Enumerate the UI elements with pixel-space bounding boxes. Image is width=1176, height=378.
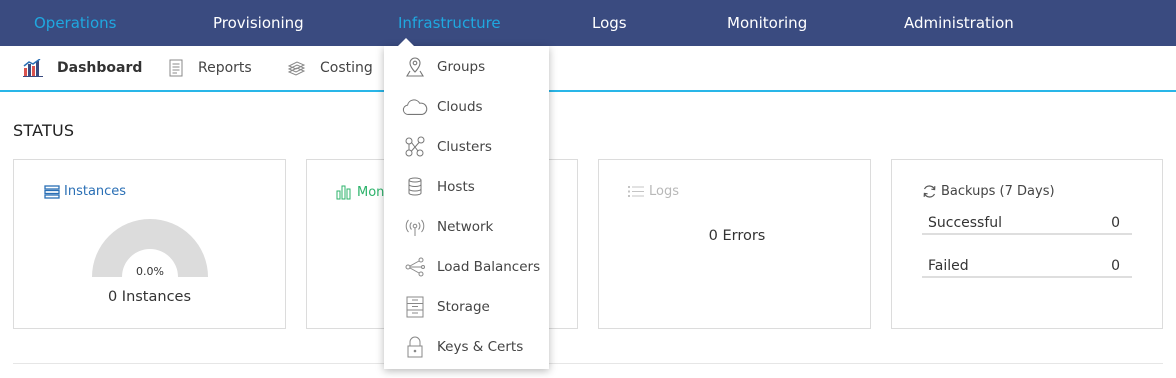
- nav-monitoring[interactable]: Monitoring: [727, 0, 807, 46]
- backups-title[interactable]: Backups (7 Days): [922, 184, 1055, 199]
- dropdown-item-hosts[interactable]: Hosts: [384, 167, 549, 207]
- reports-icon: [169, 59, 183, 77]
- infrastructure-dropdown: Groups Clouds Clusters Hosts Network Loa…: [384, 46, 549, 369]
- dropdown-item-storage[interactable]: Storage: [384, 287, 549, 327]
- dropdown-label-clusters: Clusters: [437, 139, 492, 155]
- backup-row-successful: Successful 0: [922, 213, 1132, 235]
- subnav-reports-label: Reports: [198, 60, 252, 76]
- dropdown-label-keys-certs: Keys & Certs: [437, 339, 524, 355]
- backup-row-failed: Failed 0: [922, 256, 1132, 278]
- instances-title[interactable]: Instances: [44, 184, 126, 199]
- nav-logs[interactable]: Logs: [592, 0, 627, 46]
- wifi-antenna-icon: [402, 215, 428, 239]
- backups-title-label: Backups (7 Days): [941, 184, 1055, 199]
- status-title: STATUS: [13, 121, 75, 140]
- dropdown-item-clouds[interactable]: Clouds: [384, 87, 549, 127]
- cabinet-icon: [402, 295, 428, 319]
- subnav-dashboard-label: Dashboard: [57, 60, 143, 76]
- bar-chart-icon: [336, 185, 351, 200]
- stack-icon: [44, 184, 60, 199]
- backup-successful-value: 0: [1111, 215, 1120, 231]
- refresh-icon: [923, 185, 936, 198]
- instances-gauge-label: 0.0%: [136, 265, 164, 278]
- dropdown-item-keys-certs[interactable]: Keys & Certs: [384, 327, 549, 367]
- dropdown-label-groups: Groups: [437, 59, 486, 75]
- cluster-icon: [402, 135, 428, 159]
- nav-provisioning[interactable]: Provisioning: [213, 0, 304, 46]
- subnav-costing[interactable]: Costing: [287, 46, 373, 90]
- logs-title[interactable]: Logs: [628, 184, 679, 199]
- backup-failed-label: Failed: [928, 258, 969, 274]
- lock-icon: [402, 335, 428, 359]
- dashboard-icon: [23, 59, 43, 77]
- map-pin-icon: [402, 55, 428, 79]
- list-icon: [628, 186, 644, 197]
- subnav-reports[interactable]: Reports: [169, 46, 252, 90]
- nav-operations[interactable]: Operations: [34, 0, 116, 46]
- logs-summary: 0 Errors: [708, 228, 766, 244]
- instances-summary: 0 Instances: [107, 289, 192, 305]
- subnav-dashboard[interactable]: Dashboard: [23, 46, 142, 90]
- dropdown-label-storage: Storage: [437, 299, 490, 315]
- logs-title-label: Logs: [649, 184, 679, 199]
- dropdown-caret: [397, 38, 415, 47]
- dropdown-item-network[interactable]: Network: [384, 207, 549, 247]
- dropdown-item-groups[interactable]: Groups: [384, 47, 549, 87]
- dropdown-item-clusters[interactable]: Clusters: [384, 127, 549, 167]
- database-icon: [402, 175, 428, 199]
- backup-failed-value: 0: [1111, 258, 1120, 274]
- costing-icon: [287, 61, 306, 76]
- sub-nav: Dashboard Reports Costing: [0, 46, 1176, 92]
- dropdown-label-clouds: Clouds: [437, 99, 483, 115]
- nav-administration[interactable]: Administration: [904, 0, 1014, 46]
- instances-title-label: Instances: [64, 184, 127, 199]
- dropdown-label-network: Network: [437, 219, 494, 235]
- share-icon: [402, 255, 428, 279]
- monitoring-title-label: Mon: [357, 184, 385, 200]
- dropdown-item-load-balancers[interactable]: Load Balancers: [384, 247, 549, 287]
- top-nav: Operations Provisioning Infrastructure L…: [0, 0, 1176, 46]
- dropdown-label-hosts: Hosts: [437, 179, 475, 195]
- cloud-icon: [402, 95, 428, 119]
- divider: [13, 363, 1163, 364]
- monitoring-title[interactable]: Mon: [336, 184, 384, 200]
- backup-successful-label: Successful: [928, 215, 1003, 231]
- subnav-costing-label: Costing: [320, 60, 373, 76]
- dropdown-label-load-balancers: Load Balancers: [437, 259, 541, 275]
